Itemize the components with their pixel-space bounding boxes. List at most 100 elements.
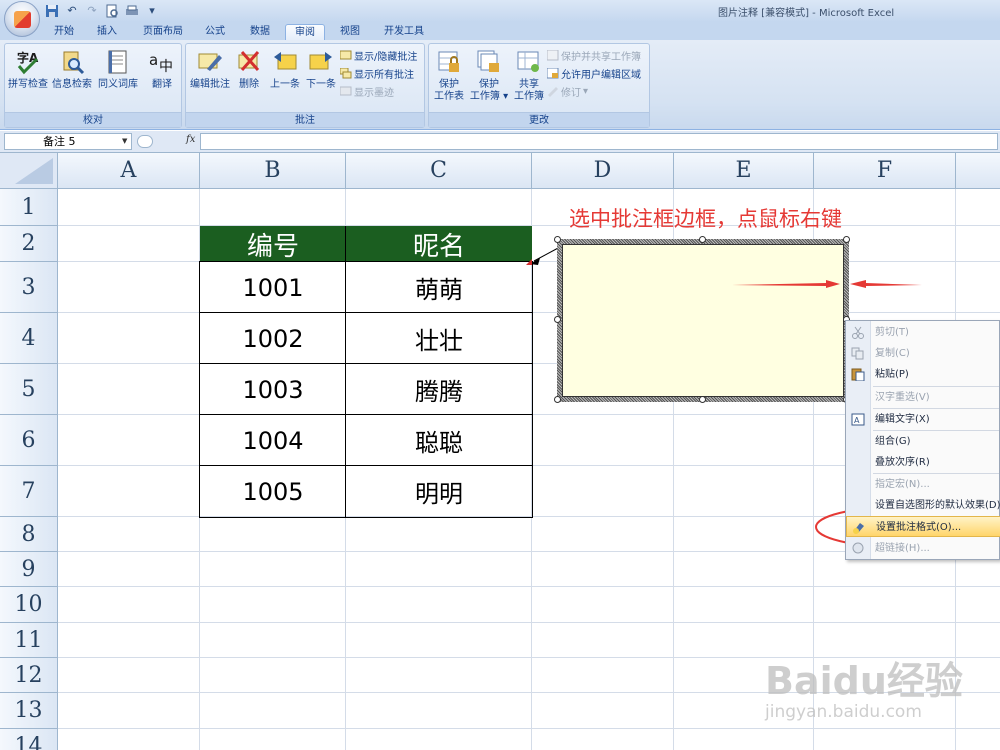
show-ink-button: 显示墨迹: [340, 84, 394, 99]
row-header-14[interactable]: 14: [0, 729, 58, 750]
formula-input[interactable]: [200, 133, 998, 150]
quick-print-icon[interactable]: [124, 4, 140, 18]
show-hide-comment-button[interactable]: 显示/隐藏批注: [340, 48, 417, 63]
resize-handle[interactable]: [554, 396, 561, 403]
ribbon: 字A 拼写检查 信息检索 同义词库 a中 翻译 校对 编辑批注 删除 上一条 下…: [0, 40, 1000, 130]
row-header-12[interactable]: 12: [0, 658, 58, 693]
insert-function-icon[interactable]: fx: [186, 134, 195, 145]
tab-data[interactable]: 数据: [243, 24, 277, 40]
protect-sheet-label-2: 工作表: [434, 91, 464, 102]
tab-formulas[interactable]: 公式: [198, 24, 232, 40]
share-workbook-button[interactable]: 共享 工作簿: [509, 47, 549, 109]
next-comment-label: 下一条: [306, 79, 336, 90]
table-header-id[interactable]: 编号: [200, 226, 346, 262]
formula-zoom-handle[interactable]: [137, 135, 153, 148]
allow-edit-ranges-button[interactable]: 允许用户编辑区域: [547, 66, 641, 81]
select-all-corner[interactable]: [0, 153, 58, 189]
show-all-comments-label: 显示所有批注: [354, 70, 414, 81]
tab-review[interactable]: 审阅: [285, 24, 325, 40]
print-preview-icon[interactable]: [104, 4, 120, 18]
copy-icon: [851, 347, 865, 360]
row-header-3[interactable]: 3: [0, 262, 58, 313]
tab-page-layout[interactable]: 页面布局: [136, 24, 190, 40]
menu-item-paste[interactable]: 粘贴(P): [846, 364, 1000, 385]
resize-handle[interactable]: [699, 396, 706, 403]
table-cell-id[interactable]: 1004: [200, 415, 346, 466]
row-header-9[interactable]: 9: [0, 552, 58, 587]
protect-share-icon: [547, 50, 559, 61]
edit-comment-icon: [197, 49, 223, 75]
table-cell-id[interactable]: 1001: [200, 262, 346, 313]
table-cell-id[interactable]: 1005: [200, 466, 346, 517]
menu-item-cut[interactable]: 剪切(T): [846, 322, 1000, 343]
col-header-e[interactable]: E: [674, 153, 814, 189]
research-button[interactable]: 信息检索: [51, 47, 93, 109]
row-header-10[interactable]: 10: [0, 587, 58, 623]
row-header-8[interactable]: 8: [0, 517, 58, 552]
previous-comment-button[interactable]: 上一条: [266, 47, 304, 109]
col-header-d[interactable]: D: [532, 153, 674, 189]
menu-item-hyperlink[interactable]: 超链接(H)...: [846, 538, 1000, 559]
col-header-c[interactable]: C: [346, 153, 532, 189]
table-header-nickname[interactable]: 昵名: [346, 226, 532, 262]
redo-icon[interactable]: ↷: [84, 4, 100, 18]
customize-qat-icon[interactable]: ▾: [144, 4, 160, 18]
row-header-2[interactable]: 2: [0, 226, 58, 262]
tab-insert[interactable]: 插入: [90, 24, 124, 40]
undo-icon[interactable]: ↶: [64, 4, 80, 18]
protect-workbook-button[interactable]: 保护 工作簿 ▾: [469, 47, 509, 109]
resize-handle[interactable]: [843, 236, 850, 243]
menu-item-copy[interactable]: 复制(C): [846, 343, 1000, 364]
name-box[interactable]: 备注 5: [4, 133, 132, 150]
show-all-comments-button[interactable]: 显示所有批注: [340, 66, 414, 81]
col-header-b[interactable]: B: [200, 153, 346, 189]
menu-item-order[interactable]: 叠放次序(R): [846, 452, 1000, 473]
menu-item-assign-macro[interactable]: 指定宏(N)...: [846, 474, 1000, 495]
col-header-f[interactable]: F: [814, 153, 956, 189]
name-box-dropdown-icon[interactable]: ▼: [122, 137, 127, 145]
row-header-6[interactable]: 6: [0, 415, 58, 466]
resize-handle[interactable]: [554, 316, 561, 323]
menu-item-edit-text[interactable]: A 编辑文字(X): [846, 409, 1000, 430]
table-cell-nickname[interactable]: 明明: [346, 466, 532, 517]
save-icon[interactable]: [44, 4, 60, 18]
translate-label: 翻译: [152, 79, 172, 90]
thesaurus-button[interactable]: 同义词库: [97, 47, 139, 109]
menu-item-reconvert[interactable]: 汉字重选(V): [846, 387, 1000, 408]
tab-developer[interactable]: 开发工具: [376, 24, 432, 40]
row-header-7[interactable]: 7: [0, 466, 58, 517]
resize-handle[interactable]: [699, 236, 706, 243]
menu-item-group[interactable]: 组合(G): [846, 431, 1000, 452]
row-header-4[interactable]: 4: [0, 313, 58, 364]
table-cell-nickname[interactable]: 壮壮: [346, 313, 532, 364]
table-cell-nickname[interactable]: 萌萌: [346, 262, 532, 313]
comment-text-area[interactable]: [562, 244, 844, 397]
menu-item-format-comment[interactable]: 设置批注格式(O)...: [846, 516, 1000, 537]
protect-share-workbook-button: 保护并共享工作簿: [547, 48, 641, 63]
tab-view[interactable]: 视图: [333, 24, 367, 40]
tab-home[interactable]: 开始: [48, 24, 80, 40]
share-workbook-label-2: 工作簿: [514, 91, 544, 102]
spell-check-button[interactable]: 字A 拼写检查: [7, 47, 49, 109]
edit-comment-button[interactable]: 编辑批注: [188, 47, 232, 109]
row-header-11[interactable]: 11: [0, 623, 58, 658]
track-changes-label: 修订: [561, 88, 581, 99]
table-cell-nickname[interactable]: 聪聪: [346, 415, 532, 466]
delete-comment-button[interactable]: 删除: [234, 47, 264, 109]
col-header-g[interactable]: [956, 153, 1000, 189]
row-header-13[interactable]: 13: [0, 693, 58, 729]
svg-text:字A: 字A: [17, 50, 39, 65]
office-button[interactable]: [4, 1, 40, 37]
protect-sheet-button[interactable]: 保护 工作表: [431, 47, 467, 109]
table-cell-id[interactable]: 1003: [200, 364, 346, 415]
comment-box[interactable]: [557, 239, 849, 402]
resize-handle[interactable]: [554, 236, 561, 243]
table-cell-nickname[interactable]: 腾腾: [346, 364, 532, 415]
table-cell-id[interactable]: 1002: [200, 313, 346, 364]
translate-button[interactable]: a中 翻译: [141, 47, 183, 109]
row-header-5[interactable]: 5: [0, 364, 58, 415]
menu-item-set-default-shape[interactable]: 设置自选图形的默认效果(D): [846, 495, 1000, 516]
row-header-1[interactable]: 1: [0, 189, 58, 226]
next-comment-button[interactable]: 下一条: [302, 47, 340, 109]
col-header-a[interactable]: A: [58, 153, 200, 189]
